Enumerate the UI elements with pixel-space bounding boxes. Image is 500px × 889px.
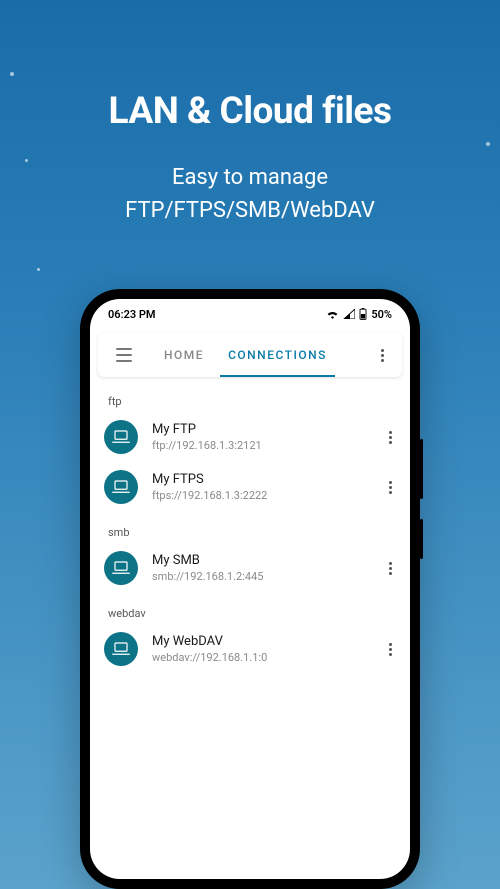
tabs: HOME CONNECTIONS <box>152 333 368 377</box>
menu-icon[interactable] <box>110 341 138 369</box>
tab-connections[interactable]: CONNECTIONS <box>216 333 339 377</box>
tab-home[interactable]: HOME <box>152 333 216 377</box>
item-subtitle: webdav://192.168.1.1:0 <box>152 651 376 664</box>
status-bar: 06:23 PM 50% <box>90 299 410 329</box>
laptop-icon <box>104 470 138 504</box>
phone-screen: 06:23 PM 50% HOME CONNECTIONS <box>90 299 410 879</box>
connections-list: ftp My FTP ftp://192.168.1.3:2121 My FTP… <box>90 377 410 678</box>
list-item[interactable]: My FTPS ftps://192.168.1.3:2222 <box>90 462 410 512</box>
laptop-icon <box>104 632 138 666</box>
item-subtitle: smb://192.168.1.2:445 <box>152 570 376 583</box>
item-overflow-icon[interactable] <box>376 473 404 501</box>
list-item[interactable]: My FTP ftp://192.168.1.3:2121 <box>90 412 410 462</box>
laptop-icon <box>104 551 138 585</box>
signal-icon <box>343 309 355 319</box>
item-overflow-icon[interactable] <box>376 554 404 582</box>
overflow-menu-icon[interactable] <box>368 341 396 369</box>
item-subtitle: ftp://192.168.1.3:2121 <box>152 439 376 452</box>
phone-frame: 06:23 PM 50% HOME CONNECTIONS <box>80 289 420 889</box>
item-title: My WebDAV <box>152 634 376 649</box>
item-title: My SMB <box>152 553 376 568</box>
list-item[interactable]: My WebDAV webdav://192.168.1.1:0 <box>90 624 410 674</box>
promo-banner: LAN & Cloud files Easy to manage FTP/FTP… <box>0 0 500 227</box>
item-title: My FTPS <box>152 472 376 487</box>
toolbar: HOME CONNECTIONS <box>98 333 402 377</box>
promo-subtitle: Easy to manage FTP/FTPS/SMB/WebDAV <box>0 161 500 227</box>
item-subtitle: ftps://192.168.1.3:2222 <box>152 489 376 502</box>
item-overflow-icon[interactable] <box>376 635 404 663</box>
status-battery-pct: 50% <box>371 308 392 321</box>
section-header-ftp: ftp <box>90 381 410 412</box>
status-time: 06:23 PM <box>108 308 156 321</box>
item-overflow-icon[interactable] <box>376 423 404 451</box>
list-item[interactable]: My SMB smb://192.168.1.2:445 <box>90 543 410 593</box>
promo-title: LAN & Cloud files <box>0 90 500 133</box>
laptop-icon <box>104 420 138 454</box>
section-header-smb: smb <box>90 512 410 543</box>
wifi-icon <box>326 309 339 319</box>
battery-icon <box>359 308 367 320</box>
item-title: My FTP <box>152 422 376 437</box>
section-header-webdav: webdav <box>90 593 410 624</box>
